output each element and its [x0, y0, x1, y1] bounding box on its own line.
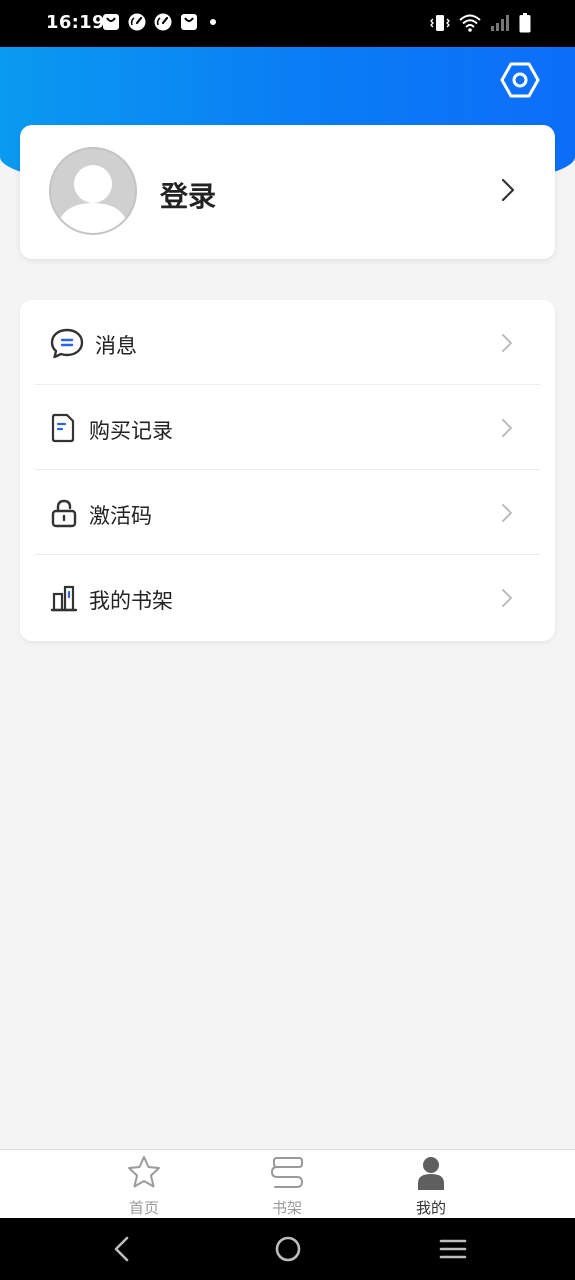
battery-icon [519, 13, 531, 33]
speedometer-icon [154, 13, 172, 31]
system-nav-bar [0, 1218, 575, 1280]
shopping-bag-icon [181, 14, 197, 30]
home-circle-icon[interactable] [274, 1234, 302, 1264]
settings-button[interactable] [500, 60, 540, 100]
menu-item-activation-code[interactable]: 激活码 [20, 470, 555, 555]
bookshelf-tab-icon [270, 1157, 304, 1188]
speedometer-icon [128, 13, 146, 31]
user-icon [418, 1157, 444, 1190]
status-left-icons [102, 13, 220, 31]
status-bar: 16:19 [0, 0, 575, 47]
tab-home[interactable]: 首页 [84, 1150, 204, 1218]
avatar [49, 147, 137, 235]
tab-label: 首页 [128, 1199, 159, 1217]
default-avatar-icon [49, 147, 137, 235]
menu-item-my-bookshelf[interactable]: 我的书架 [20, 555, 555, 640]
profile-card[interactable]: 登录 [20, 125, 555, 259]
chevron-right-icon [501, 178, 515, 202]
message-icon [50, 328, 84, 359]
purchase-record-icon [51, 413, 75, 443]
vibrate-icon [430, 15, 450, 31]
dot-icon [210, 19, 216, 25]
hexagon-settings-icon [500, 62, 540, 98]
menu-item-label: 消息 [95, 334, 137, 358]
chevron-right-icon [502, 419, 512, 437]
chevron-right-icon [502, 334, 512, 352]
tab-label: 我的 [415, 1199, 446, 1217]
chevron-right-icon [502, 504, 512, 522]
tab-label: 书架 [271, 1199, 302, 1217]
tab-mine[interactable]: 我的 [371, 1150, 491, 1218]
status-right-icons [430, 13, 531, 33]
menu-item-label: 购买记录 [89, 419, 173, 443]
signal-icon [491, 15, 509, 31]
shopping-bag-icon [103, 14, 119, 30]
menu-item-messages[interactable]: 消息 [20, 300, 555, 385]
tab-bookshelf[interactable]: 书架 [227, 1150, 347, 1218]
bookshelf-icon [50, 585, 78, 612]
menu-item-label: 激活码 [89, 504, 152, 528]
bottom-tab-bar: 首页 书架 我的 [0, 1149, 575, 1218]
menu-item-label: 我的书架 [89, 589, 173, 613]
login-label: 登录 [160, 180, 217, 213]
menu-card: 消息 购买记录 激活码 我的书架 [20, 300, 555, 641]
wifi-icon [459, 14, 481, 32]
menu-item-purchase-records[interactable]: 购买记录 [20, 385, 555, 470]
chevron-right-icon [502, 589, 512, 607]
star-icon [128, 1156, 160, 1188]
back-icon[interactable] [110, 1234, 134, 1264]
recents-menu-icon[interactable] [438, 1234, 468, 1264]
status-time: 16:19 [46, 12, 105, 33]
lock-icon [51, 499, 77, 528]
